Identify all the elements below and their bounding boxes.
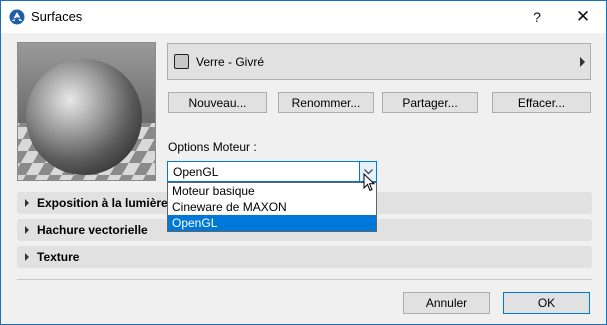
sphere-preview-image	[18, 43, 155, 180]
cancel-button[interactable]: Annuler	[403, 292, 490, 314]
share-button[interactable]: Partager...	[382, 92, 478, 113]
section-label: Exposition à la lumière	[37, 196, 168, 210]
material-preview	[17, 42, 156, 181]
material-selector[interactable]: Verre - Givré	[167, 43, 591, 80]
new-button[interactable]: Nouveau...	[168, 92, 267, 113]
title-bar: Surfaces ? ✕	[1, 1, 606, 33]
chevron-right-icon	[25, 226, 29, 234]
section-label: Texture	[37, 250, 80, 264]
chevron-right-icon	[25, 253, 29, 261]
engine-dropdown-list: Moteur basique Cineware de MAXON OpenGL	[167, 182, 377, 232]
mouse-cursor-icon	[363, 173, 375, 192]
surfaces-dialog: Surfaces ? ✕ Verre - Givré Nouveau... Re…	[0, 0, 607, 325]
section-texture[interactable]: Texture	[17, 246, 592, 268]
engine-options-label: Options Moteur :	[168, 140, 257, 154]
delete-button[interactable]: Effacer...	[492, 92, 591, 113]
ok-button[interactable]: OK	[503, 292, 590, 314]
close-button[interactable]: ✕	[560, 1, 606, 32]
engine-option-cineware[interactable]: Cineware de MAXON	[168, 199, 376, 215]
engine-select-value: OpenGL	[173, 165, 219, 179]
engine-option-opengl[interactable]: OpenGL	[168, 215, 376, 231]
archicad-logo-icon	[9, 9, 25, 25]
help-button[interactable]: ?	[514, 1, 560, 32]
chevron-right-icon	[580, 57, 585, 67]
material-swatch	[174, 54, 189, 69]
footer-divider	[17, 279, 592, 280]
window-title: Surfaces	[31, 9, 83, 24]
material-name: Verre - Givré	[196, 55, 265, 69]
rename-button[interactable]: Renommer...	[278, 92, 374, 113]
engine-option-basic[interactable]: Moteur basique	[168, 183, 376, 199]
engine-select[interactable]: OpenGL	[167, 161, 377, 182]
chevron-right-icon	[25, 199, 29, 207]
section-label: Hachure vectorielle	[37, 223, 148, 237]
